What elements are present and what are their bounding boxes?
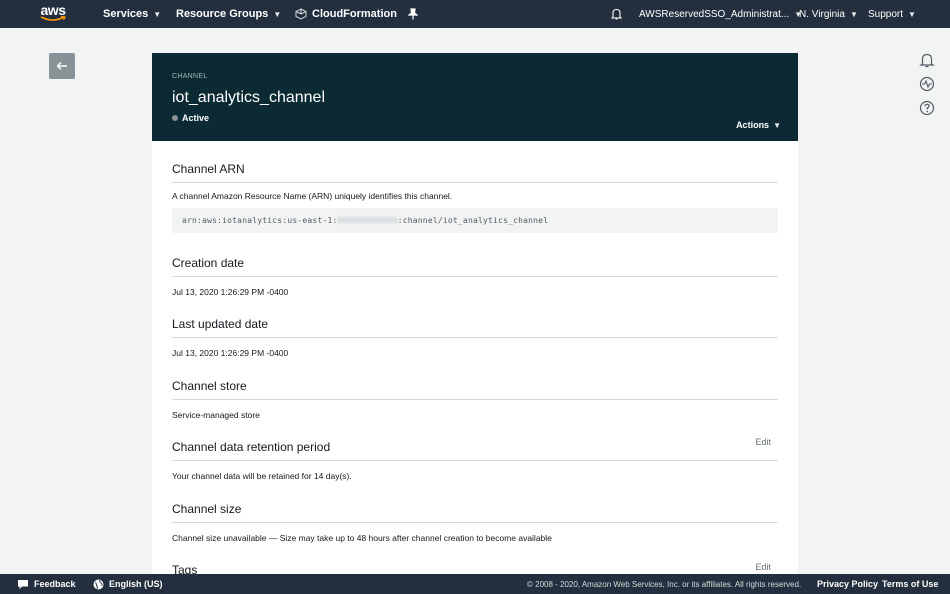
section-title: Last updated date	[172, 317, 778, 338]
status-dot-icon	[172, 115, 178, 121]
page-title: iot_analytics_channel	[172, 89, 325, 106]
chevron-down-icon: ▼	[273, 9, 282, 19]
section-retention-period: Channel data retention period Edit Your …	[172, 437, 778, 481]
chevron-down-icon: ▼	[849, 9, 858, 19]
chevron-down-icon: ▼	[153, 9, 162, 19]
arn-account-redacted: 000000000000	[337, 216, 398, 225]
back-button[interactable]	[49, 53, 75, 79]
section-title: Channel ARN	[172, 162, 778, 183]
retention-value: Your channel data will be retained for 1…	[172, 471, 352, 481]
language-selector[interactable]: English (US)	[93, 574, 163, 594]
section-tags: Tags Edit	[172, 562, 778, 574]
footer: Feedback English (US) © 2008 - 2020, Ama…	[0, 574, 950, 594]
channel-store-value: Service-managed store	[172, 410, 260, 420]
privacy-policy-link[interactable]: Privacy Policy	[817, 574, 878, 594]
actions-label: Actions	[736, 120, 770, 130]
bell-icon	[611, 8, 622, 20]
section-title: Channel store	[172, 379, 778, 400]
resource-type-label: CHANNEL	[172, 73, 208, 80]
section-title: Channel data retention period	[172, 440, 778, 461]
status-badge: Active	[172, 113, 209, 123]
cloudformation-label: CloudFormation	[312, 8, 397, 20]
section-channel-store: Channel store Service-managed store	[172, 379, 778, 420]
section-channel-size: Channel size Channel size unavailable — …	[172, 502, 778, 543]
actions-dropdown[interactable]: Actions ▼	[736, 120, 781, 130]
region-label: N. Virginia	[799, 8, 845, 20]
edit-retention-link[interactable]: Edit	[755, 437, 771, 447]
logo-text: aws	[40, 2, 66, 18]
support-menu[interactable]: Support ▼	[868, 0, 916, 28]
feedback-label: Feedback	[34, 579, 76, 589]
region-menu[interactable]: N. Virginia ▼	[799, 0, 858, 28]
cube-icon	[295, 8, 307, 20]
terms-label: Terms of Use	[882, 579, 939, 589]
pin-icon	[408, 8, 418, 20]
arn-suffix: :channel/iot_analytics_channel	[397, 216, 549, 225]
chevron-down-icon: ▼	[773, 120, 781, 130]
chevron-down-icon: ▼	[908, 9, 916, 19]
health-icon[interactable]	[919, 76, 935, 92]
creation-date-value: Jul 13, 2020 1:26:29 PM -0400	[172, 287, 289, 297]
account-menu[interactable]: AWSReservedSSO_Administrat... ▼	[639, 0, 802, 28]
terms-of-use-link[interactable]: Terms of Use	[882, 574, 938, 594]
channel-size-value: Channel size unavailable — Size may take…	[172, 533, 552, 543]
section-title: Channel size	[172, 502, 778, 523]
help-icon[interactable]	[919, 100, 935, 116]
language-label: English (US)	[109, 579, 163, 589]
services-label: Services	[103, 8, 149, 20]
resource-groups-menu[interactable]: Resource Groups ▼	[176, 0, 281, 28]
arn-prefix: arn:aws:iotanalytics:us-east-1:	[182, 216, 338, 225]
section-title: Tags	[172, 563, 778, 574]
feedback-button[interactable]: Feedback	[17, 574, 76, 594]
last-updated-value: Jul 13, 2020 1:26:29 PM -0400	[172, 348, 289, 358]
notifications-button[interactable]	[611, 0, 622, 28]
chat-icon	[18, 579, 28, 589]
section-title: Creation date	[172, 256, 778, 277]
globe-icon	[93, 579, 104, 589]
section-channel-arn: Channel ARN A channel Amazon Resource Na…	[172, 162, 778, 233]
support-label: Support	[868, 8, 904, 20]
section-description: A channel Amazon Resource Name (ARN) uni…	[172, 191, 453, 201]
notification-icon[interactable]	[919, 52, 935, 68]
section-last-updated: Last updated date Jul 13, 2020 1:26:29 P…	[172, 317, 778, 358]
top-navigation: aws Services ▼ Resource Groups ▼ CloudFo…	[0, 0, 950, 28]
pin-button[interactable]	[408, 0, 418, 28]
arn-value: arn:aws:iotanalytics:us-east-1: 000000000…	[172, 208, 778, 233]
edit-tags-link[interactable]: Edit	[755, 562, 771, 572]
channel-detail-card: CHANNEL iot_analytics_channel Active Act…	[152, 53, 798, 574]
aws-logo[interactable]: aws	[38, 3, 68, 25]
resource-groups-label: Resource Groups	[176, 8, 269, 20]
back-arrow-icon	[56, 62, 67, 70]
privacy-label: Privacy Policy	[817, 579, 879, 589]
services-menu[interactable]: Services ▼	[103, 0, 161, 28]
account-label: AWSReservedSSO_Administrat...	[639, 8, 790, 20]
cloudformation-shortcut[interactable]: CloudFormation	[295, 0, 397, 28]
resource-header: CHANNEL iot_analytics_channel Active Act…	[152, 53, 798, 141]
status-label: Active	[182, 113, 210, 123]
copyright-text: © 2008 - 2020, Amazon Web Services, Inc.…	[527, 579, 802, 589]
section-creation-date: Creation date Jul 13, 2020 1:26:29 PM -0…	[172, 256, 778, 297]
